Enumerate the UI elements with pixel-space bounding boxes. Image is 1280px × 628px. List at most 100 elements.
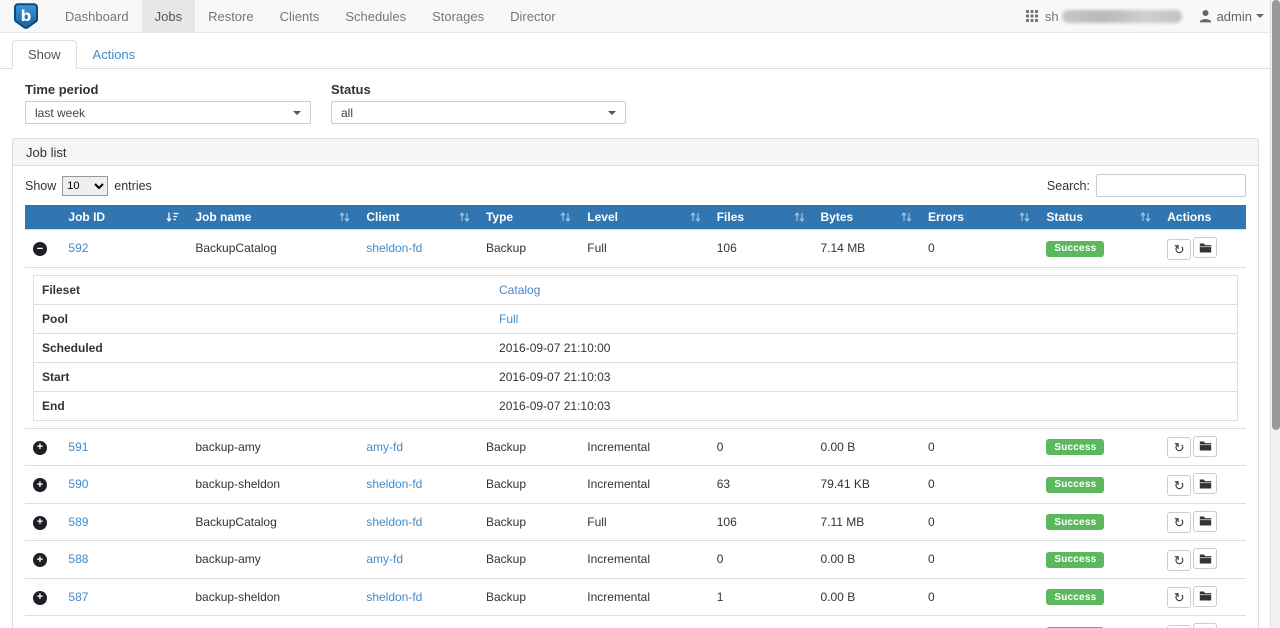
job-name-cell: backup-amy [187,541,358,579]
client-link[interactable]: sheldon-fd [366,241,422,255]
job-row-587: +587backup-sheldonsheldon-fdBackupIncrem… [25,578,1246,616]
column-label: Level [587,210,618,224]
job-id-link[interactable]: 589 [68,515,88,529]
job-id-link[interactable]: 587 [68,590,88,604]
rerun-icon: ↻ [1174,243,1185,256]
job-type-cell: Backup [478,578,579,616]
vertical-scrollbar[interactable] [1270,0,1280,628]
navbar-right: sh admin [1026,0,1280,32]
select-caret-down-icon [608,111,616,115]
expand-row-icon[interactable]: + [33,441,47,455]
job-type-cell: Backup [478,230,579,268]
search-input[interactable] [1096,174,1246,197]
job-type-cell: Backup [478,616,579,628]
job-files-cell: 106 [709,503,813,541]
job-id-link[interactable]: 592 [68,241,88,255]
client-link[interactable]: amy-fd [366,440,403,454]
job-id-link[interactable]: 591 [68,440,88,454]
apps-grid-icon[interactable] [1026,10,1038,22]
rerun-job-button[interactable]: ↻ [1167,239,1191,260]
time-period-select[interactable]: last week [25,101,311,124]
page-length-select[interactable]: 10 [62,176,108,196]
expand-row-icon[interactable]: + [33,478,47,492]
filters-row: Time period last week Status all [0,69,1280,124]
nav-item-dashboard[interactable]: Dashboard [52,0,142,32]
nav-item-jobs[interactable]: Jobs [142,0,195,32]
detail-label: Scheduled [34,333,492,362]
user-menu[interactable]: admin [1199,9,1264,24]
column-header-type[interactable]: Type [478,205,579,230]
tab-actions[interactable]: Actions [77,40,152,69]
column-header-status[interactable]: Status [1038,205,1159,230]
job-errors-cell: 0 [920,541,1038,579]
expand-row-icon[interactable]: + [33,591,47,605]
client-link[interactable]: sheldon-fd [366,515,422,529]
list-files-button[interactable] [1193,511,1217,532]
column-header-level[interactable]: Level [579,205,708,230]
detail-value-link[interactable]: Full [499,312,518,326]
select-caret-down-icon [293,111,301,115]
collapse-row-icon[interactable]: − [33,242,47,256]
job-errors-cell: 0 [920,428,1038,466]
sort-both-icon [459,211,470,223]
user-icon [1199,9,1212,23]
client-link[interactable]: amy-fd [366,552,403,566]
column-header-job-id[interactable]: Job ID [60,205,187,230]
status-select[interactable]: all [331,101,626,124]
list-files-button[interactable] [1193,586,1217,607]
tab-show[interactable]: Show [12,40,77,69]
column-label: Job ID [68,210,105,224]
column-header-files[interactable]: Files [709,205,813,230]
time-period-value: last week [35,106,85,120]
search-control: Search: [1047,174,1246,197]
job-type-cell: Backup [478,541,579,579]
column-label: Client [366,210,399,224]
client-link[interactable]: sheldon-fd [366,477,422,491]
nav-item-director[interactable]: Director [497,0,569,32]
rerun-job-button[interactable]: ↻ [1167,512,1191,533]
column-label: Files [717,210,744,224]
nav-item-storages[interactable]: Storages [419,0,497,32]
time-period-filter: Time period last week [25,82,311,124]
column-header-bytes[interactable]: Bytes [813,205,920,230]
column-header-job-name[interactable]: Job name [187,205,358,230]
rerun-job-button[interactable]: ↻ [1167,587,1191,608]
detail-label: Fileset [34,275,492,304]
folder-icon [1199,478,1212,490]
rerun-icon: ↻ [1174,479,1185,492]
rerun-job-button[interactable]: ↻ [1167,625,1191,628]
scrollbar-thumb[interactable] [1272,0,1280,430]
job-id-link[interactable]: 588 [68,552,88,566]
jobs-table-header-row: Job ID Job name Client Type Level Files BytesE… [25,205,1246,230]
nav-item-clients[interactable]: Clients [267,0,333,32]
job-errors-cell: 0 [920,503,1038,541]
job-detail-child-row: FilesetCatalogPoolFullScheduled2016-09-0… [25,267,1246,428]
list-files-button[interactable] [1193,548,1217,569]
nav-item-restore[interactable]: Restore [195,0,267,32]
rerun-job-button[interactable]: ↻ [1167,437,1191,458]
list-files-button[interactable] [1193,436,1217,457]
nav-item-schedules[interactable]: Schedules [332,0,419,32]
list-files-button[interactable] [1193,237,1217,258]
column-header-errors[interactable]: Errors [920,205,1038,230]
search-label: Search: [1047,179,1090,193]
expand-row-icon[interactable]: + [33,553,47,567]
job-detail-table: FilesetCatalogPoolFullScheduled2016-09-0… [33,275,1238,421]
list-files-button[interactable] [1193,623,1217,628]
client-link[interactable]: sheldon-fd [366,590,422,604]
panel-body: Show 10 entries Search: Job IDJob nameCl… [13,166,1258,628]
sort-both-icon [794,211,805,223]
status-badge: Success [1046,439,1104,455]
rerun-job-button[interactable]: ↻ [1167,550,1191,571]
bareos-logo[interactable]: b [0,0,52,32]
list-files-button[interactable] [1193,473,1217,494]
main-nav: DashboardJobsRestoreClientsSchedulesStor… [52,0,569,32]
detail-value: 2016-09-07 21:10:03 [491,391,1237,420]
status-badge: Success [1046,589,1104,605]
expand-row-icon[interactable]: + [33,516,47,530]
job-id-link[interactable]: 590 [68,477,88,491]
detail-value-link[interactable]: Catalog [499,283,540,297]
rerun-job-button[interactable]: ↻ [1167,475,1191,496]
column-header-client[interactable]: Client [358,205,478,230]
job-type-cell: Backup [478,428,579,466]
